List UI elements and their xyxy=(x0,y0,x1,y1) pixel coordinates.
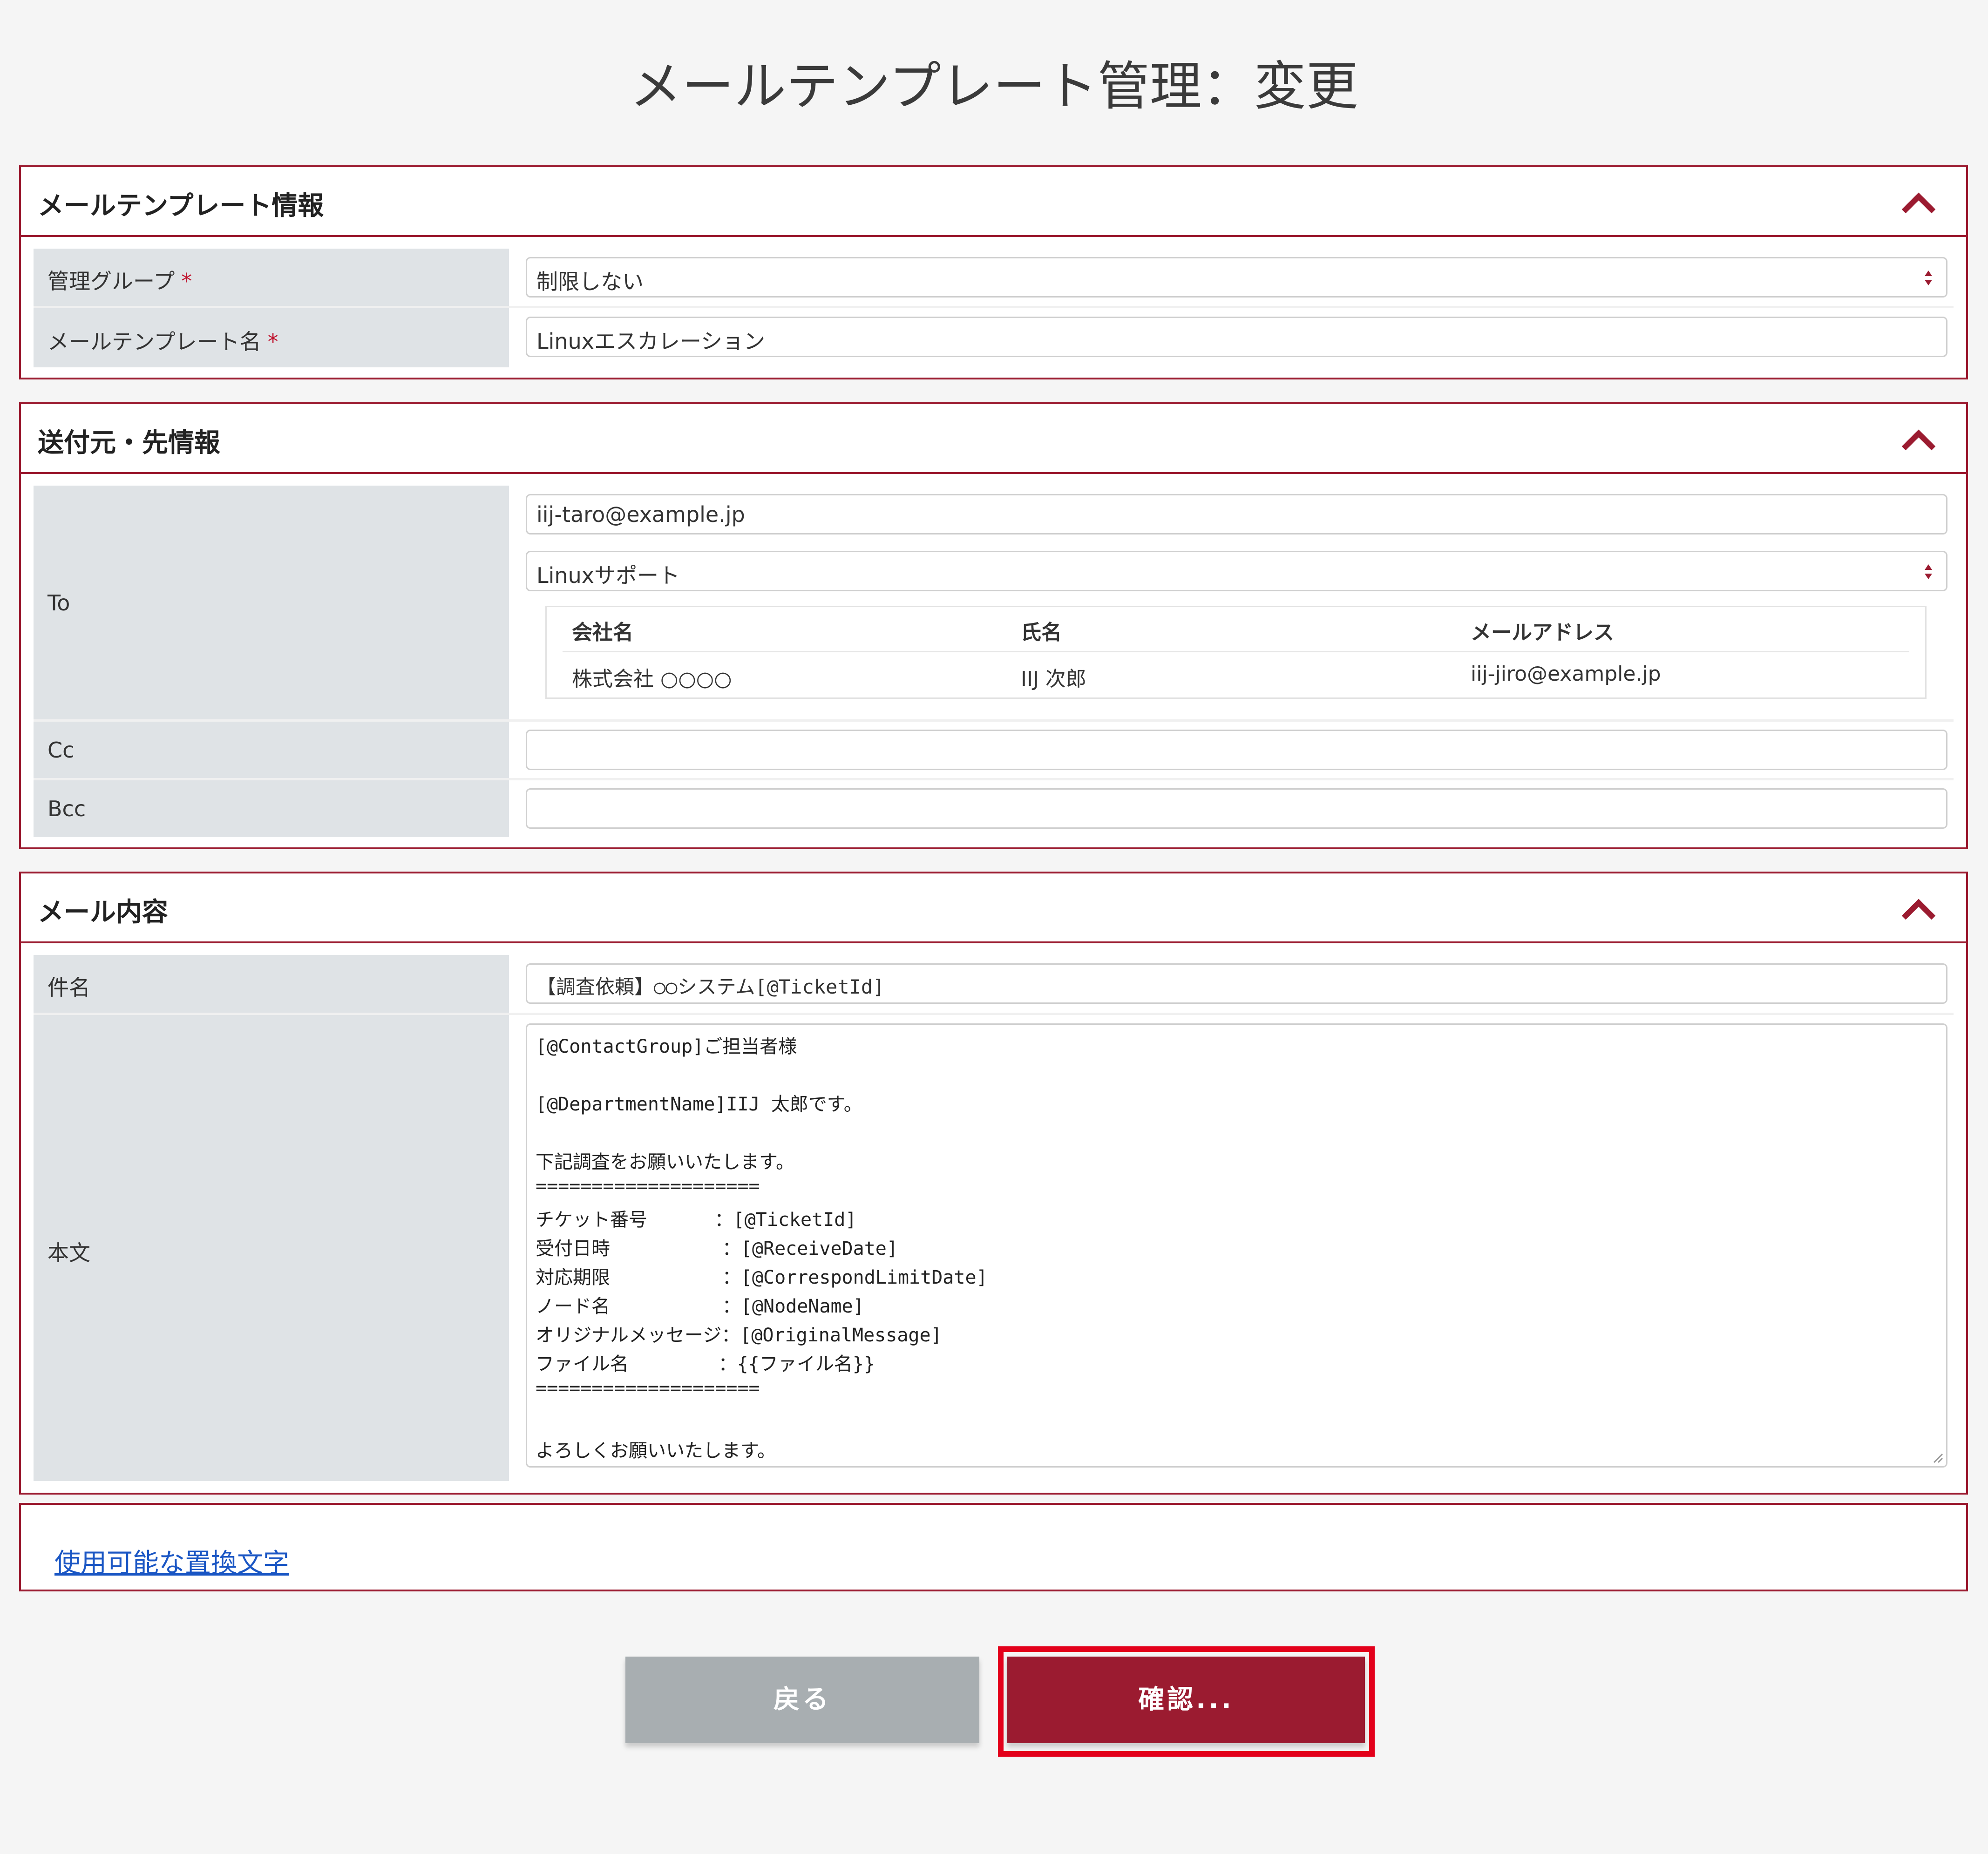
body-line: よろしくお願いいたします。 xyxy=(536,1440,776,1462)
body-value-cell: [@ContactGroup]ご担当者様 [@DepartmentName]II… xyxy=(509,1015,1954,1481)
required-mark: * xyxy=(181,269,192,294)
template-name-input[interactable]: Linuxエスカレーション xyxy=(526,317,1947,357)
template-info-panel: メールテンプレート情報 管理グループ * 制限しない メールテンプレート名 * … xyxy=(19,165,1968,379)
group-select-value: 制限しない xyxy=(536,269,644,294)
template-name-row: メールテンプレート名 * Linuxエスカレーション xyxy=(34,308,1954,367)
to-group-select[interactable]: Linuxサポート xyxy=(526,551,1947,591)
subject-label: 件名 xyxy=(47,975,90,1000)
cc-label-cell: Cc xyxy=(34,722,509,778)
address-info-title: 送付元・先情報 xyxy=(38,428,220,458)
body-row: 本文 [@ContactGroup]ご担当者様 [@DepartmentName… xyxy=(34,1015,1954,1481)
template-name-label-cell: メールテンプレート名 * xyxy=(34,308,509,367)
to-row: To iij-taro@example.jp Linuxサポート 会社名 氏名 … xyxy=(34,486,1954,719)
group-row: 管理グループ * 制限しない xyxy=(34,249,1954,306)
template-name-value-cell: Linuxエスカレーション xyxy=(509,308,1954,367)
to-input[interactable]: iij-taro@example.jp xyxy=(526,494,1947,535)
body-label-cell: 本文 xyxy=(34,1015,509,1481)
bcc-label: Bcc xyxy=(47,796,86,821)
group-select[interactable]: 制限しない xyxy=(526,257,1947,298)
body-line: 受付日時 ：[@ReceiveDate] xyxy=(536,1238,898,1259)
subject-input-value: 【調査依頼】○○システム[@TicketId] xyxy=(536,975,885,998)
cc-row: Cc xyxy=(34,722,1954,778)
template-info-title: メールテンプレート情報 xyxy=(38,191,324,221)
bcc-value-cell xyxy=(509,780,1954,837)
to-group-value: Linuxサポート xyxy=(536,563,680,588)
group-label: 管理グループ xyxy=(47,269,175,294)
body-line: 対応期限 ：[@CorrespondLimitDate] xyxy=(536,1267,988,1288)
to-label-cell: To xyxy=(34,486,509,719)
column-header-email: メールアドレス xyxy=(1471,621,1614,644)
mail-content-header[interactable]: メール内容 xyxy=(21,873,1966,943)
cc-value-cell xyxy=(509,722,1954,778)
body-textarea[interactable]: [@ContactGroup]ご担当者様 [@DepartmentName]II… xyxy=(526,1023,1947,1468)
cc-input[interactable] xyxy=(526,730,1947,770)
template-info-header[interactable]: メールテンプレート情報 xyxy=(21,167,1966,237)
address-info-body: To iij-taro@example.jp Linuxサポート 会社名 氏名 … xyxy=(34,486,1954,837)
to-value-cell: iij-taro@example.jp Linuxサポート 会社名 氏名 メール… xyxy=(509,486,1954,719)
contact-company: 株式会社 ○○○○ xyxy=(572,667,732,691)
subject-value-cell: 【調査依頼】○○システム[@TicketId] xyxy=(509,955,1954,1013)
resize-grip-icon[interactable] xyxy=(1932,1452,1943,1463)
back-button[interactable]: 戻る xyxy=(625,1657,979,1743)
chevron-up-icon[interactable] xyxy=(1900,894,1937,922)
body-line: 下記調査をお願いいたします。 xyxy=(536,1151,794,1173)
table-divider xyxy=(563,651,1909,652)
mail-content-panel: メール内容 件名 【調査依頼】○○システム[@TicketId] 本文 [@Co… xyxy=(19,872,1968,1495)
column-header-name: 氏名 xyxy=(1021,621,1062,644)
body-line: ファイル名 ：{{ファイル名}} xyxy=(536,1353,875,1375)
sort-arrows-icon xyxy=(1925,564,1932,579)
body-line: ==================== xyxy=(536,1176,760,1197)
sort-arrows-icon xyxy=(1925,271,1932,285)
bcc-label-cell: Bcc xyxy=(34,780,509,837)
contact-table: 会社名 氏名 メールアドレス 株式会社 ○○○○ IIJ 次郎 iij-jiro… xyxy=(545,606,1927,699)
contact-email: iij-jiro@example.jp xyxy=(1471,662,1661,686)
required-mark: * xyxy=(267,329,278,354)
template-name-label: メールテンプレート名 xyxy=(47,329,261,354)
template-info-body: 管理グループ * 制限しない メールテンプレート名 * Linuxエスカレーショ… xyxy=(34,249,1954,367)
subject-row: 件名 【調査依頼】○○システム[@TicketId] xyxy=(34,955,1954,1013)
bcc-row: Bcc xyxy=(34,780,1954,837)
page-title: メールテンプレート管理：変更 xyxy=(630,56,1358,117)
replacement-link-panel: 使用可能な置換文字 xyxy=(19,1503,1968,1591)
template-name-value: Linuxエスカレーション xyxy=(536,329,766,354)
body-label: 本文 xyxy=(47,1240,90,1265)
to-input-value: iij-taro@example.jp xyxy=(536,502,745,527)
chevron-up-icon[interactable] xyxy=(1900,425,1937,453)
column-header-company: 会社名 xyxy=(572,621,633,644)
group-value-cell: 制限しない xyxy=(509,249,1954,306)
body-line: オリジナルメッセージ：[@OriginalMessage] xyxy=(536,1325,942,1346)
body-line: チケット番号 ：[@TicketId] xyxy=(536,1209,857,1231)
mail-content-title: メール内容 xyxy=(38,897,168,927)
cc-label: Cc xyxy=(47,738,75,763)
replacement-chars-link[interactable]: 使用可能な置換文字 xyxy=(54,1542,289,1580)
group-label-cell: 管理グループ * xyxy=(34,249,509,306)
address-info-header[interactable]: 送付元・先情報 xyxy=(21,404,1966,474)
bcc-input[interactable] xyxy=(526,788,1947,829)
chevron-up-icon[interactable] xyxy=(1900,188,1937,216)
to-label: To xyxy=(47,590,70,616)
mail-content-body: 件名 【調査依頼】○○システム[@TicketId] 本文 [@ContactG… xyxy=(34,955,1954,1481)
address-info-panel: 送付元・先情報 To iij-taro@example.jp Linuxサポート xyxy=(19,402,1968,849)
contact-name: IIJ 次郎 xyxy=(1021,667,1086,691)
subject-input[interactable]: 【調査依頼】○○システム[@TicketId] xyxy=(526,963,1947,1004)
subject-label-cell: 件名 xyxy=(34,955,509,1013)
confirm-button-highlight xyxy=(998,1646,1375,1757)
body-line: ==================== xyxy=(536,1378,760,1399)
body-line: [@ContactGroup]ご担当者様 xyxy=(536,1036,797,1057)
body-line: [@DepartmentName]IIJ 太郎です。 xyxy=(536,1094,862,1115)
body-line: ノード名 ：[@NodeName] xyxy=(536,1296,864,1317)
